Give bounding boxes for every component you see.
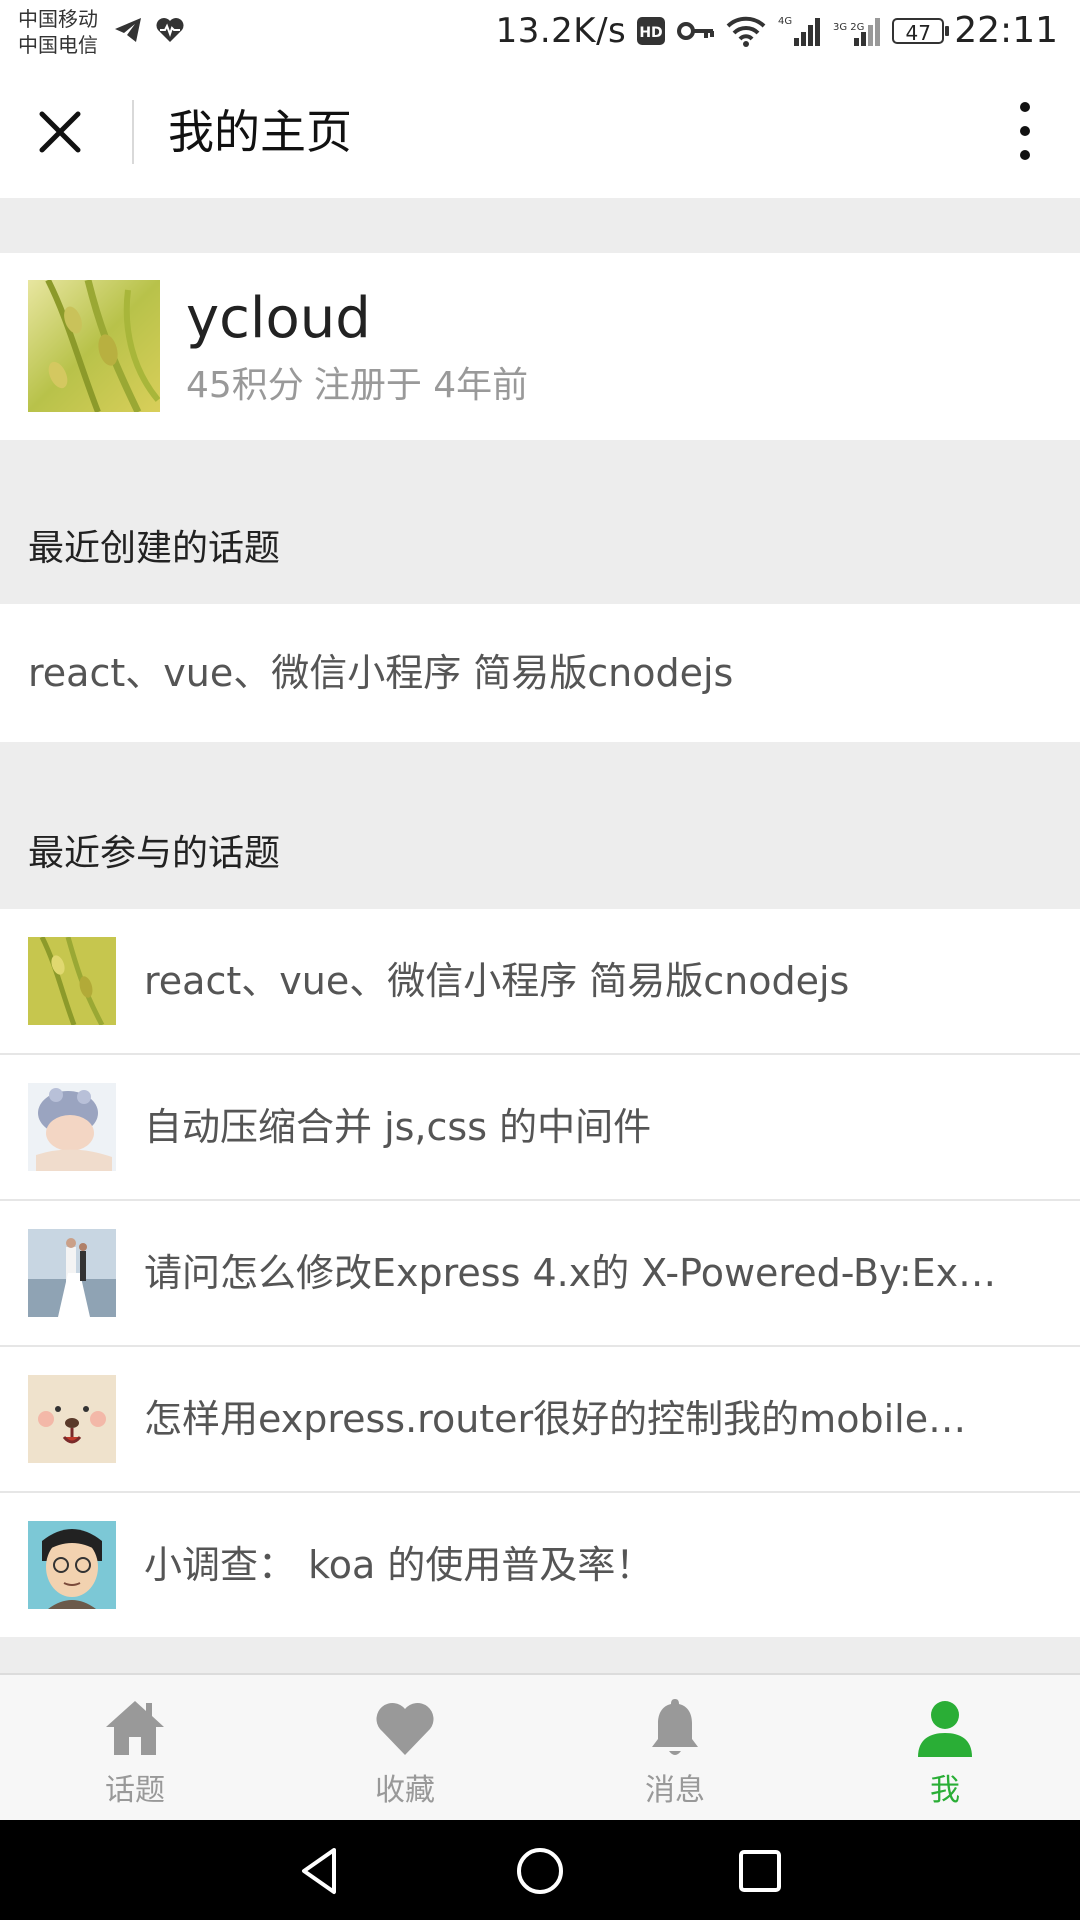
baby-avatar — [28, 1083, 116, 1171]
signal-4g-icon: 4G — [776, 14, 822, 48]
page-title: 我的主页 — [168, 105, 352, 159]
signal-4g-label: 4G — [778, 16, 792, 27]
tab-label: 我 — [930, 1773, 960, 1808]
tab-messages[interactable]: 消息 — [540, 1675, 810, 1820]
more-vertical-icon — [1020, 102, 1030, 160]
signal-3g-2g-icon: 3G 2G — [832, 14, 882, 48]
tab-label: 消息 — [645, 1773, 705, 1808]
username: ycloud — [186, 286, 371, 351]
tab-label: 话题 — [105, 1773, 165, 1808]
participated-topic-item[interactable]: 自动压缩合并 js,css 的中间件 — [0, 1055, 1080, 1199]
carrier-2: 中国电信 — [18, 33, 98, 57]
carrier-1: 中国移动 — [18, 7, 98, 31]
topic-title: 请问怎么修改Express 4.x的 X-Powered-By:Express … — [144, 1251, 1000, 1295]
back-triangle-icon — [302, 1848, 336, 1894]
participated-topic-item[interactable]: react、vue、微信小程序 简易版cnodejs — [0, 909, 1080, 1053]
home-icon — [106, 1701, 164, 1755]
created-topics-header: 最近创建的话题 — [28, 528, 281, 569]
hd-label: HD — [640, 25, 663, 41]
tab-label: 收藏 — [375, 1773, 435, 1808]
registered-text: 注册于 4年前 — [313, 365, 529, 406]
score-text: 45积分 — [186, 365, 304, 406]
wifi-icon — [726, 14, 766, 48]
tab-favorites[interactable]: 收藏 — [270, 1675, 540, 1820]
participated-topic-item[interactable]: 小调查： koa 的使用普及率！ — [0, 1493, 1080, 1637]
recents-button[interactable] — [733, 1844, 787, 1898]
participated-topics-header: 最近参与的话题 — [28, 833, 281, 874]
recents-square-icon — [739, 1850, 781, 1892]
net-speed: 13.2K/s — [495, 10, 627, 51]
wheat-avatar-image — [28, 278, 161, 414]
bottom-tab-bar: 话题 收藏 消息 我 — [0, 1673, 1080, 1820]
cartoon-man-avatar — [28, 1521, 116, 1609]
avatar[interactable] — [28, 278, 161, 414]
created-topic-title: react、vue、微信小程序 简易版cnodejs — [28, 651, 734, 695]
home-circle-icon — [517, 1848, 563, 1894]
status-right: 13.2K/s HD 4G 3G 2G 47 22:11 — [496, 10, 1058, 51]
tab-topics[interactable]: 话题 — [0, 1675, 270, 1820]
key-icon — [676, 16, 716, 46]
topic-title: 怎样用express.router很好的控制我的mobile网站 — [144, 1397, 1000, 1441]
heart-rate-icon — [154, 14, 186, 50]
more-options-button[interactable] — [1000, 96, 1050, 166]
topic-title: 自动压缩合并 js,css 的中间件 — [144, 1105, 652, 1149]
profile-meta: 45积分 注册于 4年前 — [186, 363, 538, 409]
close-icon — [39, 111, 81, 153]
back-button[interactable] — [294, 1844, 348, 1898]
status-bar: 中国移动 中国电信 13.2K/s HD 4G 3G 2G 47 22:11 — [0, 0, 1080, 66]
created-topic-item[interactable]: react、vue、微信小程序 简易版cnodejs — [0, 604, 1080, 742]
notification-icons — [112, 14, 186, 50]
wheat-avatar — [28, 937, 116, 1025]
battery-indicator: 47 — [892, 17, 950, 45]
participated-topic-item[interactable]: 怎样用express.router很好的控制我的mobile网站 — [0, 1347, 1080, 1491]
close-button[interactable] — [30, 102, 90, 162]
cartoon-dog-avatar — [28, 1375, 116, 1463]
clock: 22:11 — [954, 10, 1058, 51]
system-navigation-bar — [0, 1820, 1080, 1920]
heart-icon — [376, 1702, 434, 1755]
participated-topic-item[interactable]: 请问怎么修改Express 4.x的 X-Powered-By:Express … — [0, 1201, 1080, 1345]
title-bar: 我的主页 — [0, 66, 1080, 198]
title-divider — [132, 100, 134, 164]
topic-title: 小调查： koa 的使用普及率！ — [144, 1543, 654, 1587]
user-icon — [918, 1701, 972, 1757]
bell-icon — [652, 1699, 698, 1755]
home-button[interactable] — [513, 1844, 567, 1898]
telegram-icon — [112, 14, 144, 50]
wedding-photo-avatar — [28, 1229, 116, 1317]
hd-icon: HD — [636, 16, 666, 46]
carrier-names: 中国移动 中国电信 — [18, 6, 98, 58]
signal-3g2g-label: 3G 2G — [833, 22, 864, 33]
profile-card: ycloud 45积分 注册于 4年前 — [0, 253, 1080, 440]
tab-me[interactable]: 我 — [810, 1675, 1080, 1820]
topic-title: react、vue、微信小程序 简易版cnodejs — [144, 959, 850, 1003]
